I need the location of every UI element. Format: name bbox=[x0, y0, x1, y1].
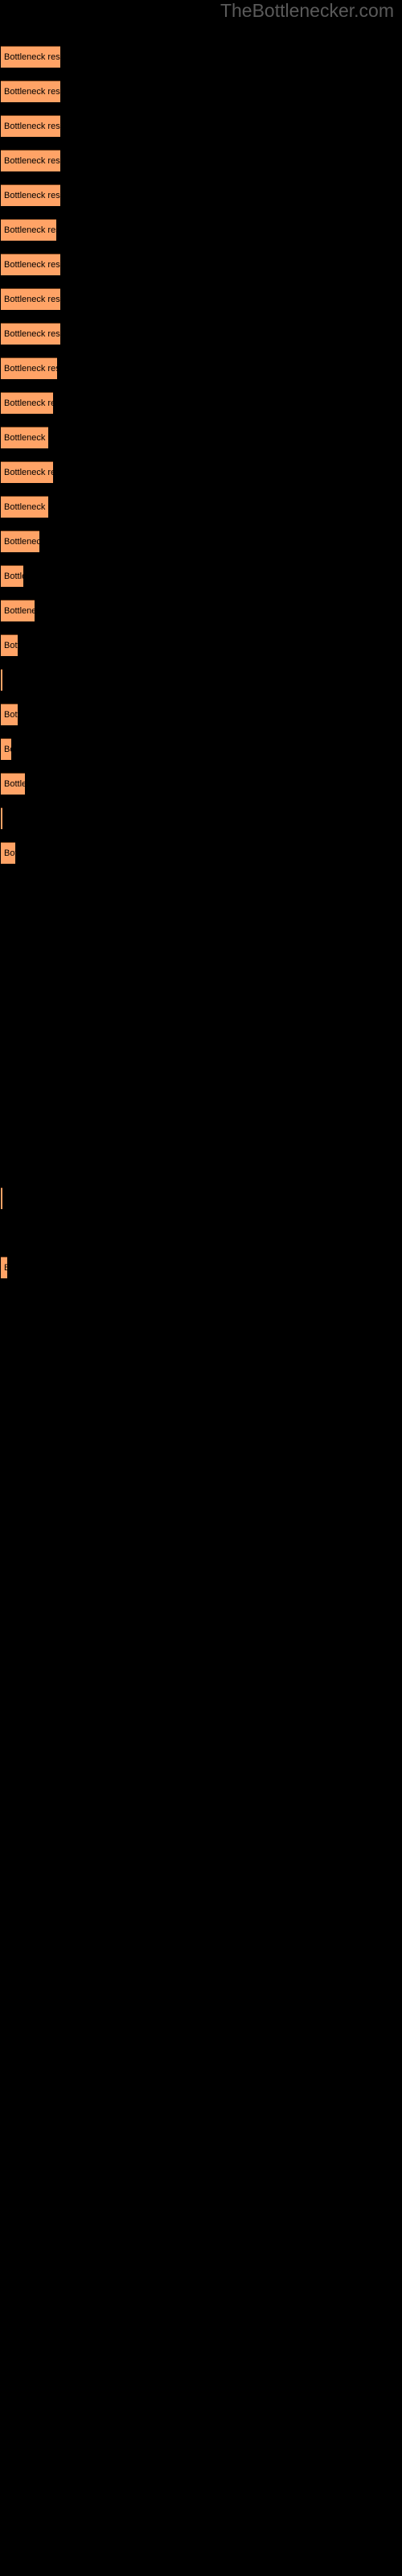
bar-21: Bottleneck result bbox=[1, 738, 11, 760]
bar-25: Bottleneck result bbox=[1, 1187, 2, 1209]
bar-1: Bottleneck result bbox=[1, 46, 60, 68]
bar-label: Bottleneck result bbox=[4, 537, 39, 547]
bar-5: Bottleneck result bbox=[1, 184, 60, 206]
bar-label: Bottleneck result bbox=[4, 468, 53, 477]
bar-label: Bottleneck result bbox=[4, 191, 60, 200]
bar-22: Bottleneck result bbox=[1, 773, 25, 795]
bar-label: Bottleneck result bbox=[4, 572, 23, 581]
bar-7: Bottleneck result bbox=[1, 254, 60, 275]
bar-label: Bottleneck result bbox=[4, 641, 18, 650]
bar-label: Bottleneck result bbox=[4, 329, 60, 339]
bar-label: Bottleneck result bbox=[4, 122, 60, 131]
bar-2: Bottleneck result bbox=[1, 80, 60, 102]
bar-label: Bottleneck result bbox=[4, 52, 60, 62]
bar-label: Bottleneck result bbox=[4, 502, 48, 512]
bar-label: Bottleneck result bbox=[4, 364, 57, 374]
bar-label: Bottleneck result bbox=[4, 745, 11, 754]
bar-12: Bottleneck result bbox=[1, 427, 48, 448]
bar-18: Bottleneck result bbox=[1, 634, 18, 656]
bar-label: Bottleneck result bbox=[4, 1263, 7, 1273]
bar-label: Bottleneck result bbox=[4, 433, 48, 443]
bar-label: Bottleneck result bbox=[4, 779, 25, 789]
bar-16: Bottleneck result bbox=[1, 565, 23, 587]
bar-9: Bottleneck result bbox=[1, 323, 60, 345]
bar-10: Bottleneck result bbox=[1, 357, 57, 379]
bar-17: Bottleneck result bbox=[1, 600, 35, 621]
bar-label: Bottleneck result bbox=[4, 156, 60, 166]
bar-14: Bottleneck result bbox=[1, 496, 48, 518]
bar-label: Bottleneck result bbox=[4, 848, 15, 858]
bar-3: Bottleneck result bbox=[1, 115, 60, 137]
bar-24: Bottleneck result bbox=[1, 842, 15, 864]
bar-19: Bottleneck result bbox=[1, 669, 2, 691]
bar-label: Bottleneck result bbox=[4, 87, 60, 97]
bar-label: Bottleneck result bbox=[4, 398, 53, 408]
bar-label: Bottleneck result bbox=[4, 225, 56, 235]
bar-label: Bottleneck result bbox=[4, 710, 18, 720]
bar-label: Bottleneck result bbox=[4, 606, 35, 616]
bar-label: Bottleneck result bbox=[4, 260, 60, 270]
bar-6: Bottleneck result bbox=[1, 219, 56, 241]
bar-20: Bottleneck result bbox=[1, 704, 18, 725]
bar-26: Bottleneck result bbox=[1, 1257, 7, 1278]
bar-15: Bottleneck result bbox=[1, 530, 39, 552]
bottleneck-bar-chart: TheBottlenecker.com Bottleneck resultBot… bbox=[0, 0, 402, 2576]
bar-4: Bottleneck result bbox=[1, 150, 60, 171]
bar-13: Bottleneck result bbox=[1, 461, 53, 483]
bar-23: Bottleneck result bbox=[1, 807, 2, 829]
bar-label: Bottleneck result bbox=[4, 295, 60, 304]
bar-11: Bottleneck result bbox=[1, 392, 53, 414]
bars-layer: Bottleneck result Bottleneck result Bottle… bbox=[0, 0, 402, 2576]
bar-8: Bottleneck result bbox=[1, 288, 60, 310]
